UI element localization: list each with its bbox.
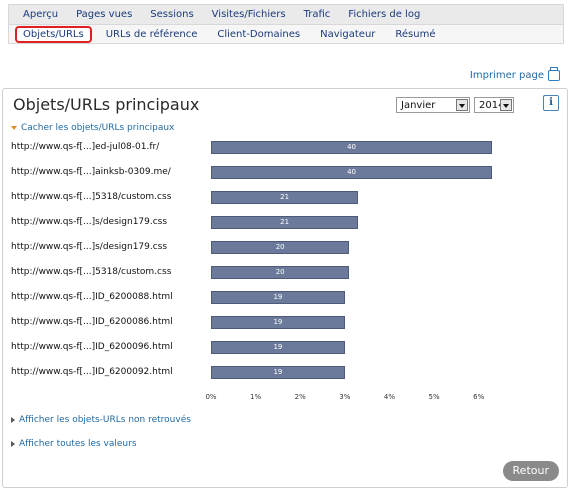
back-button[interactable]: Retour [502, 461, 559, 481]
year-select[interactable]: 2014 [474, 97, 514, 113]
bar-value-label: 20 [275, 243, 285, 251]
triangle-right-icon [11, 441, 15, 447]
bar-value-label: 21 [280, 193, 290, 201]
hide-top-urls-label: Cacher les objets/URLs principaux [21, 123, 175, 133]
x-tick-label: 3% [339, 393, 351, 401]
sub-tab-2[interactable]: Client-Domaines [217, 29, 300, 40]
month-select[interactable]: Janvier [396, 97, 470, 113]
bar-value-label: 40 [347, 143, 356, 151]
print-page-link[interactable]: Imprimer page [469, 67, 560, 81]
hide-top-urls-link[interactable]: Cacher les objets/URLs principaux [11, 123, 174, 133]
show-all-values-label: Afficher toutes les valeurs [19, 439, 137, 449]
x-tick-label: 0% [205, 393, 217, 401]
panel-title: Objets/URLs principaux [13, 95, 200, 114]
x-tick-label: 6% [473, 393, 485, 401]
bar-value-label: 21 [280, 218, 290, 226]
chevron-down-icon [500, 99, 512, 111]
url-row-label[interactable]: http://www.qs-f[...]ID_6200088.html [11, 292, 173, 302]
month-select-value: Janvier [401, 99, 436, 111]
tab-2[interactable]: Sessions [150, 9, 193, 20]
tab-1[interactable]: Pages vues [76, 9, 132, 20]
url-row-label[interactable]: http://www.qs-f[...]5318/custom.css [11, 192, 171, 202]
url-row-label[interactable]: http://www.qs-f[...]s/design179.css [11, 217, 167, 227]
top-navigation: Aperçu Pages vues Sessions Visites/Fichiers… [8, 4, 564, 24]
chevron-down-icon [456, 99, 468, 111]
url-row-label[interactable]: http://www.qs-f[...]ID_6200086.html [11, 317, 173, 327]
show-missing-urls-label: Afficher les objets-URLs non retrouvés [19, 415, 191, 425]
show-all-values-link[interactable]: Afficher toutes les valeurs [11, 439, 137, 449]
bar-value-label: 20 [275, 268, 285, 276]
bar-value-label: 19 [273, 343, 283, 351]
printer-icon [548, 67, 560, 81]
info-button[interactable]: i [543, 95, 559, 111]
sub-tab-3[interactable]: Navigateur [320, 29, 375, 40]
sub-navigation: Objets/URLs URLs de référence Client-Domai… [8, 24, 564, 44]
x-tick-label: 2% [294, 393, 306, 401]
show-missing-urls-link[interactable]: Afficher les objets-URLs non retrouvés [11, 415, 191, 425]
url-row-label[interactable]: http://www.qs-f[...]ainksb-0309.me/ [11, 167, 171, 177]
x-tick-label: 1% [250, 393, 262, 401]
bar-value-label: 19 [273, 368, 283, 376]
tab-5[interactable]: Fichiers de log [348, 9, 420, 20]
bar-value-label: 19 [273, 318, 283, 326]
x-tick-label: 4% [383, 393, 396, 401]
tab-0[interactable]: Aperçu [23, 9, 58, 20]
top-urls-panel: Objets/URLs principaux Janvier 2014 i Ca… [2, 88, 568, 488]
x-tick-label: 5% [428, 393, 440, 401]
url-row-label[interactable]: http://www.qs-f[...]ID_6200096.html [11, 342, 173, 352]
sub-tab-1[interactable]: URLs de référence [106, 29, 198, 40]
triangle-right-icon [11, 417, 15, 423]
print-page-label: Imprimer page [469, 70, 544, 81]
sub-tab-4[interactable]: Résumé [395, 29, 435, 40]
sub-tab-0[interactable]: Objets/URLs [15, 25, 92, 43]
url-row-label[interactable]: http://www.qs-f[...]s/design179.css [11, 242, 167, 252]
triangle-down-icon [11, 126, 17, 130]
tab-3[interactable]: Visites/Fichiers [212, 9, 286, 20]
bar-value-label: 40 [347, 168, 356, 176]
bar-value-label: 19 [273, 293, 283, 301]
url-row-label[interactable]: http://www.qs-f[...]5318/custom.css [11, 267, 171, 277]
url-row-label[interactable]: http://www.qs-f[...]ed-jul08-01.fr/ [11, 142, 159, 152]
tab-4[interactable]: Trafic [304, 9, 331, 20]
url-row-label[interactable]: http://www.qs-f[...]ID_6200092.html [11, 367, 173, 377]
